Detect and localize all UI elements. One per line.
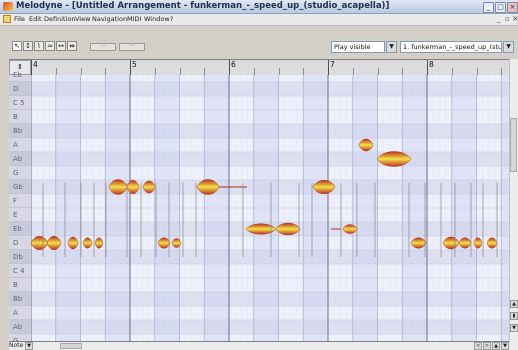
bar-line [328,60,329,75]
time-ruler[interactable]: 4 5 6 7 8 [31,60,509,76]
pitch-label: A [9,138,31,152]
menu-definition[interactable]: Definition [44,14,75,25]
bar-number: 6 [231,60,236,69]
beat-tick [253,68,255,75]
zoom-level-icon[interactable]: ▮ [510,312,518,320]
pitch-label: Gb [9,180,31,194]
bar-line [31,60,32,75]
menu-bar: File Edit Definition View Navigation MID… [0,14,518,26]
note-grid[interactable] [31,75,509,341]
zoom-horizontal-out-button[interactable]: ▼ [501,342,509,350]
pitch-label: Db [9,250,31,264]
beat-tick [451,68,453,75]
bar-number: 7 [330,60,335,69]
zoom-in-icon[interactable]: ▲ [510,300,518,308]
maximize-button[interactable]: □ [495,2,506,13]
arrow-tool-icon[interactable]: ↖ [12,41,22,51]
play-mode-select[interactable]: Play visible [331,41,385,53]
pitch-label: B [9,110,31,124]
play-mode-dropdown-icon[interactable]: ▼ [386,41,397,53]
pitch-label: Eb [9,222,31,236]
menu-edit[interactable]: Edit [29,14,42,25]
pitch-label: G [9,166,31,180]
formant-tool-icon[interactable]: ⌇ [34,41,44,51]
pitch-label: Eb [9,68,31,82]
beat-tick [501,68,503,75]
nav-back-button[interactable]: ··· [90,43,116,51]
pitch-label: Ab [9,320,31,334]
menu-window[interactable]: Window [144,14,170,25]
timing-tool-icon[interactable]: ↔ [56,41,66,51]
document-minimize-button[interactable]: _ [497,15,501,23]
bar-line [130,60,131,75]
bar-number: 8 [429,60,434,69]
bar-number: 5 [132,60,137,69]
pitch-label: Ab [9,152,31,166]
beat-tick [278,68,280,75]
scroll-right-button[interactable]: > [483,342,491,350]
beat-tick [154,68,156,75]
beat-tick [377,68,379,75]
document-close-button[interactable]: × [512,14,518,23]
beat-tick [55,68,57,75]
track-select[interactable]: 1. funkerman_-_speed_up_(studio_... [400,41,502,53]
note-blob[interactable] [94,237,104,249]
track-dropdown-icon[interactable]: ▼ [503,41,514,53]
menu-view[interactable]: View [75,14,90,25]
note-blob[interactable] [82,237,93,249]
beat-tick [80,68,82,75]
scroll-left-button[interactable]: < [474,342,482,350]
pitch-label: D [9,82,31,96]
note-blob[interactable] [473,237,483,249]
document-restore-button[interactable]: ▫ [505,15,510,23]
pitch-label: A [9,306,31,320]
beat-tick [179,68,181,75]
close-button[interactable]: × [507,2,518,13]
beat-tick [105,68,107,75]
pitch-label: D [9,236,31,250]
amplitude-tool-icon[interactable]: ≈ [45,41,55,51]
pitch-label: Bb [9,292,31,306]
pitch-label: B [9,278,31,292]
melodyne-app-icon [3,2,13,11]
pitch-label: Bb [9,124,31,138]
nav-forward-button[interactable]: ··· [119,43,145,51]
document-icon [3,15,11,23]
bar-line [427,60,428,75]
bar-number: 4 [33,60,38,69]
window-title: Melodyne - [Untitled Arrangement - funke… [16,1,390,11]
menu-file[interactable]: File [14,14,25,25]
pitch-label: E [9,208,31,222]
menu-help[interactable]: ? [170,14,173,25]
beat-tick [303,68,305,75]
bar-line [229,60,230,75]
pitch-label: C 4 [9,264,31,278]
horizontal-scroll-thumb[interactable] [60,343,82,349]
beat-tick [476,68,478,75]
zoom-out-icon[interactable]: ▼ [510,324,518,332]
note-blob[interactable] [171,238,182,248]
beat-tick [352,68,354,75]
pitch-ruler[interactable]: Eb D C 5 B Bb A Ab G Gb F E Eb D Db C 4 … [9,71,31,348]
zoom-horizontal-in-button[interactable]: ▲ [492,342,500,350]
vertical-scroll-thumb[interactable] [510,118,517,172]
pitch-label: F [9,194,31,208]
beat-tick [402,68,404,75]
pitch-label: C 5 [9,96,31,110]
pitch-tool-icon[interactable]: ↕ [23,41,33,51]
split-tool-icon[interactable]: ⇹ [67,41,77,51]
menu-navigation[interactable]: Navigation [92,14,127,25]
horizontal-scrollbar[interactable] [9,342,518,350]
minimize-button[interactable]: _ [483,2,494,13]
note-mode-label: Note [9,342,24,349]
note-mode-dropdown-icon[interactable]: ▼ [25,342,33,350]
beat-tick [204,68,206,75]
menu-midi[interactable]: MIDI [127,14,141,25]
